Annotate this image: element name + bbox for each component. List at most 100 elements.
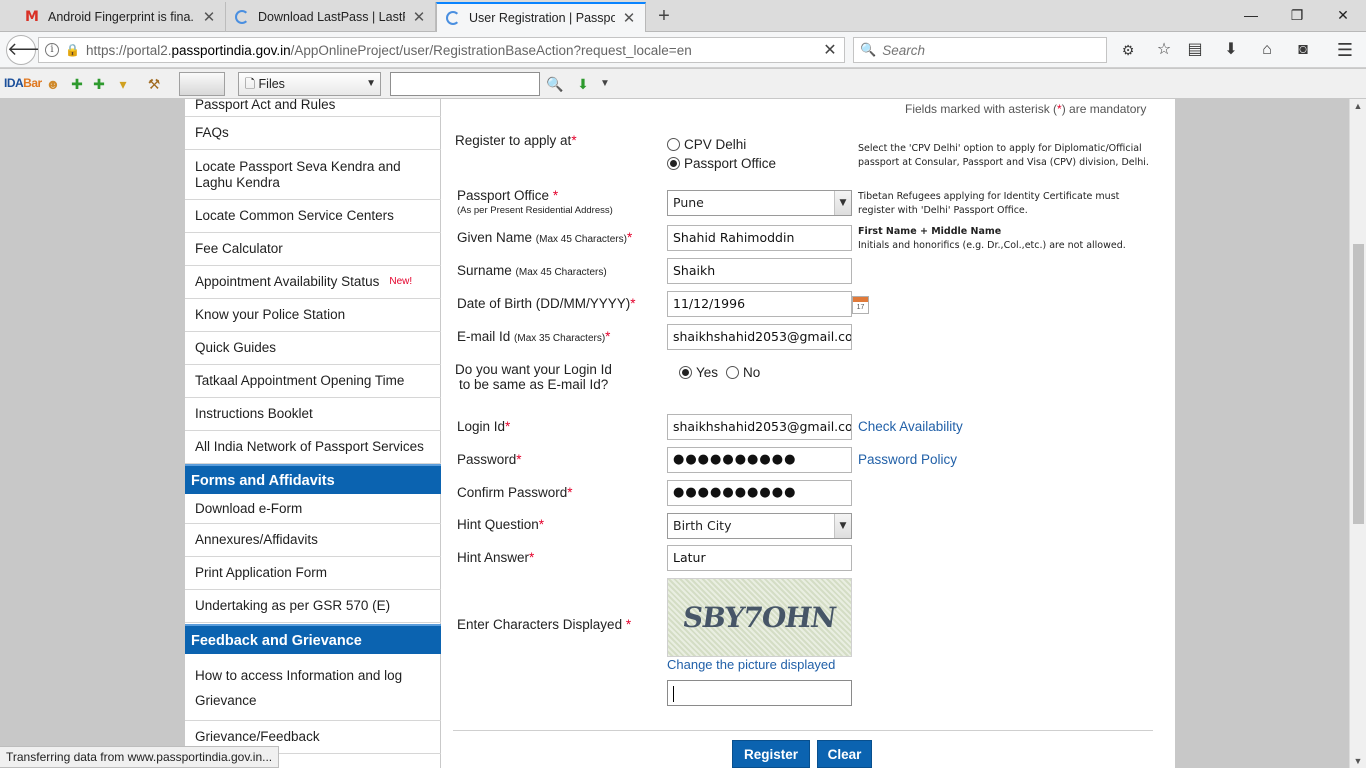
required-mark: * bbox=[529, 550, 535, 565]
hint-question-select[interactable]: Birth City ▼ bbox=[667, 513, 852, 539]
chevron-down-icon: ▼ bbox=[366, 78, 376, 89]
tab-title: User Registration | Passpor... bbox=[469, 11, 615, 25]
passport-office-select[interactable]: Pune ▼ bbox=[667, 190, 852, 216]
close-window-button[interactable]: ✕ bbox=[1320, 0, 1366, 30]
sidebar-item-annexures[interactable]: Annexures/Affidavits bbox=[185, 524, 441, 557]
new-tab-button[interactable]: + bbox=[652, 4, 676, 28]
tab-user-registration[interactable]: User Registration | Passpor... ✕ bbox=[436, 2, 646, 32]
mandatory-note-text: ) are mandatory bbox=[1061, 102, 1147, 116]
sidebar-item-tatkaal[interactable]: Tatkaal Appointment Opening Time bbox=[185, 365, 441, 398]
search-bar[interactable]: 🔍 bbox=[853, 37, 1107, 63]
download-arrow-icon[interactable]: ⬇ bbox=[574, 75, 592, 93]
sidebar-item-fee-calculator[interactable]: Fee Calculator bbox=[185, 233, 441, 266]
restore-button[interactable]: ❐ bbox=[1274, 0, 1320, 30]
search-go-icon[interactable]: 🔍 bbox=[546, 75, 564, 93]
radio-cpv-delhi[interactable]: CPV Delhi bbox=[667, 137, 746, 152]
sidebar-item-label: How to access Information and log Grieva… bbox=[195, 667, 403, 708]
sidebar-item-label: Appointment Availability Status bbox=[195, 274, 380, 289]
chevron-down-icon[interactable]: ▼ bbox=[596, 75, 614, 93]
password-label: Password* bbox=[457, 452, 522, 467]
sidebar-item-locate-psk[interactable]: Locate Passport Seva Kendra and Laghu Ke… bbox=[185, 150, 441, 200]
login-same-question: Do you want your Login Id bbox=[455, 362, 612, 377]
info-icon[interactable]: i bbox=[45, 43, 59, 57]
radio-button[interactable] bbox=[667, 138, 680, 151]
radio-login-same-no[interactable]: No bbox=[726, 365, 760, 380]
sidebar-item-label: Print Application Form bbox=[195, 565, 328, 580]
files-select[interactable]: 🗋 Files ▼ bbox=[238, 72, 381, 96]
extension-icon[interactable]: ⚙ bbox=[1116, 38, 1140, 62]
radio-button[interactable] bbox=[726, 366, 739, 379]
scrollbar-thumb[interactable] bbox=[1353, 244, 1364, 524]
radio-passport-office[interactable]: Passport Office bbox=[667, 156, 776, 171]
clear-icon[interactable]: ✕ bbox=[816, 40, 844, 60]
sidebar-item-label: Undertaking as per GSR 570 (E) bbox=[195, 598, 391, 613]
minimize-button[interactable]: — bbox=[1228, 0, 1274, 30]
download-icon[interactable]: ⬇ bbox=[1219, 38, 1243, 62]
sidebar-item-label: Annexures/Affidavits bbox=[195, 532, 318, 547]
sidebar-item-quick-guides[interactable]: Quick Guides bbox=[185, 332, 441, 365]
sidebar-item-all-india-network[interactable]: All India Network of Passport Services bbox=[185, 431, 441, 464]
email-input[interactable]: shaikhshahid2053@gmail.com bbox=[667, 324, 852, 350]
sidebar-item-label: Download e-Form bbox=[195, 501, 303, 516]
close-icon[interactable]: ✕ bbox=[201, 8, 217, 26]
idabar-people-icon[interactable]: ☻ bbox=[44, 75, 62, 93]
check-availability-link[interactable]: Check Availability bbox=[858, 419, 963, 434]
sidebar-item-undertaking[interactable]: Undertaking as per GSR 570 (E) bbox=[185, 590, 441, 623]
bookmark-star-icon[interactable]: ☆ bbox=[1152, 38, 1176, 62]
register-button[interactable]: Register bbox=[732, 740, 810, 768]
clear-button[interactable]: Clear bbox=[817, 740, 872, 768]
sidebar-item-passport-act[interactable]: Passport Act and Rules bbox=[185, 99, 441, 117]
label-text: E-mail Id bbox=[457, 329, 511, 344]
tab-lastpass[interactable]: Download LastPass | LastP... ✕ bbox=[226, 2, 436, 32]
captcha-input[interactable] bbox=[667, 680, 852, 706]
login-id-input[interactable]: shaikhshahid2053@gmail.com bbox=[667, 414, 852, 440]
dob-input[interactable]: 11/12/1996 bbox=[667, 291, 852, 317]
radio-button[interactable] bbox=[679, 366, 692, 379]
surname-input[interactable]: Shaikh bbox=[667, 258, 852, 284]
search-input[interactable] bbox=[882, 42, 1083, 58]
passport-office-label: Passport Office * bbox=[457, 188, 558, 203]
url-text[interactable]: https://portal2.passportindia.gov.in/App… bbox=[86, 43, 816, 58]
label-text: Password bbox=[457, 452, 517, 467]
sidebar-item-instructions-booklet[interactable]: Instructions Booklet bbox=[185, 398, 441, 431]
pocket-icon[interactable]: ◙ bbox=[1291, 38, 1315, 62]
sidebar-item-police-station[interactable]: Know your Police Station bbox=[185, 299, 441, 332]
scroll-down-icon[interactable]: ▼ bbox=[1350, 756, 1366, 766]
tab-gmail[interactable]: M Android Fingerprint is fina... ✕ bbox=[16, 2, 226, 32]
idabar-logo[interactable]: IDABar bbox=[4, 76, 42, 90]
vertical-scrollbar[interactable]: ▲ ▼ bbox=[1349, 99, 1366, 768]
close-icon[interactable]: ✕ bbox=[411, 8, 427, 26]
tools-icon[interactable]: ⚒ bbox=[145, 75, 163, 93]
radio-label: No bbox=[743, 365, 761, 380]
label-text: Hint Question bbox=[457, 517, 539, 532]
add-multiple-icon[interactable]: ✚ bbox=[90, 75, 108, 93]
change-picture-link[interactable]: Change the picture displayed bbox=[667, 657, 835, 672]
url-bar[interactable]: i 🔒 https://portal2.passportindia.gov.in… bbox=[38, 37, 845, 63]
sidebar-item-appointment-availability[interactable]: Appointment Availability Status New! bbox=[185, 266, 441, 299]
back-button[interactable]: 🡐 bbox=[6, 35, 55, 65]
close-icon[interactable]: ✕ bbox=[621, 9, 637, 27]
sidebar-item-download-eform[interactable]: Download e-Form bbox=[185, 495, 441, 524]
idabar-button[interactable] bbox=[179, 72, 225, 96]
password-policy-link[interactable]: Password Policy bbox=[858, 452, 957, 467]
radio-button[interactable] bbox=[667, 157, 680, 170]
sidebar-item-access-information[interactable]: How to access Information and log Grieva… bbox=[185, 655, 441, 721]
add-icon[interactable]: ✚ bbox=[68, 75, 86, 93]
radio-login-same-yes[interactable]: Yes bbox=[679, 365, 718, 380]
home-icon[interactable]: ⌂ bbox=[1255, 38, 1279, 62]
given-name-input[interactable]: Shahid Rahimoddin bbox=[667, 225, 852, 251]
password-input[interactable]: ●●●●●●●●●● bbox=[667, 447, 852, 473]
reading-list-icon[interactable]: ▤ bbox=[1183, 38, 1207, 62]
folder-icon[interactable]: ▾ bbox=[114, 75, 132, 93]
chevron-down-icon[interactable]: ▼ bbox=[834, 191, 851, 215]
scroll-up-icon[interactable]: ▲ bbox=[1350, 101, 1366, 111]
sidebar-item-locate-csc[interactable]: Locate Common Service Centers bbox=[185, 200, 441, 233]
chevron-down-icon[interactable]: ▼ bbox=[834, 514, 851, 538]
sidebar-item-faqs[interactable]: FAQs bbox=[185, 117, 441, 150]
sidebar-item-print-application[interactable]: Print Application Form bbox=[185, 557, 441, 590]
hint-answer-input[interactable]: Latur bbox=[667, 545, 852, 571]
calendar-icon[interactable]: 17 bbox=[852, 296, 869, 314]
confirm-password-input[interactable]: ●●●●●●●●●● bbox=[667, 480, 852, 506]
menu-icon[interactable]: ☰ bbox=[1333, 38, 1357, 62]
idabar-search-input[interactable] bbox=[390, 72, 540, 96]
